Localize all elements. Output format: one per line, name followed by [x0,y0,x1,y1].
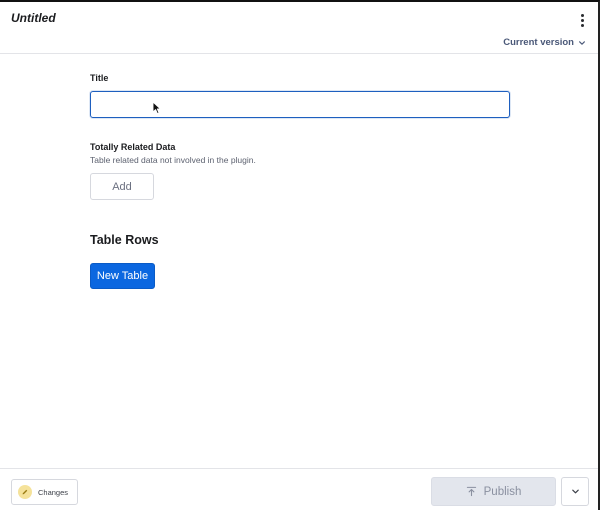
publish-label: Publish [483,485,522,498]
publish-button[interactable]: Publish [431,477,556,506]
version-selector[interactable]: Current version [503,37,586,48]
editor-header: Untitled Current version [0,2,598,54]
mouse-cursor-icon [152,101,162,115]
document-title: Untitled [11,11,56,25]
version-label: Current version [503,37,574,48]
publish-options-button[interactable] [561,477,589,506]
chevron-down-icon [579,40,585,45]
pencil-icon [18,485,32,499]
more-vertical-icon-dot [580,18,584,22]
changes-button[interactable]: Changes [11,479,78,505]
related-data-label: Totally Related Data [90,142,176,152]
table-rows-heading: Table Rows [90,233,159,247]
more-vertical-icon [580,13,584,17]
more-vertical-icon-dot [580,23,584,27]
add-button[interactable]: Add [90,173,154,200]
editor-window: Untitled Current version Title Totally R… [0,0,600,510]
changes-label: Changes [38,487,69,497]
editor-footer: Changes Publish [0,468,598,510]
related-data-description: Table related data not involved in the p… [90,155,256,165]
title-field-label: Title [90,73,109,83]
upload-arrow-icon [466,486,476,497]
more-options-button[interactable] [574,11,590,29]
chevron-down-icon [571,489,579,494]
new-table-button[interactable]: New Table [90,263,155,289]
